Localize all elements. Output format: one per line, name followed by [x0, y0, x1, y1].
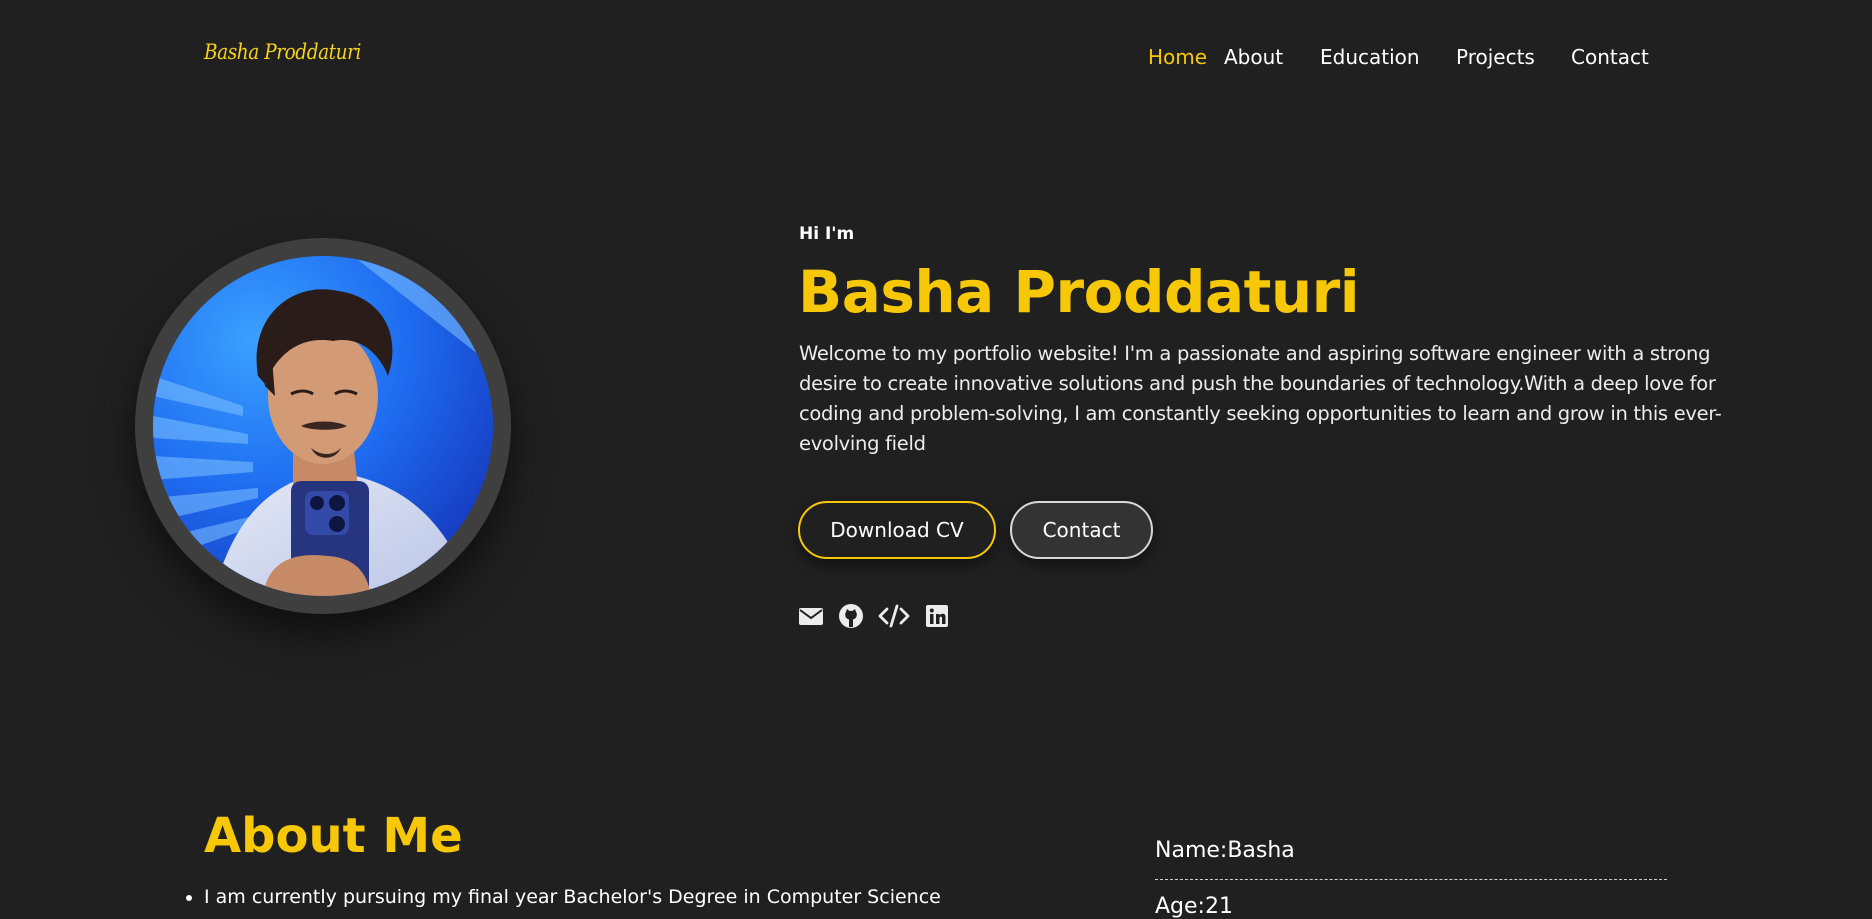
code-icon[interactable]	[878, 603, 910, 629]
nav-home[interactable]: Home	[1148, 45, 1207, 69]
nav-education[interactable]: Education	[1320, 45, 1420, 69]
about-list: I am currently pursuing my final year Ba…	[184, 882, 1084, 912]
github-icon[interactable]	[838, 603, 864, 629]
nav-about[interactable]: About	[1224, 45, 1283, 69]
hero-intro: Welcome to my portfolio website! I'm a p…	[799, 342, 1722, 455]
site-header: Basha Proddaturi Home About Education Pr…	[0, 0, 1872, 115]
nav-contact[interactable]: Contact	[1571, 45, 1649, 69]
envelope-icon[interactable]	[798, 603, 824, 629]
divider	[1155, 879, 1667, 880]
profile-avatar	[135, 238, 511, 614]
download-cv-button[interactable]: Download CV	[798, 501, 996, 559]
about-title: About Me	[204, 808, 463, 864]
hero-name: Basha Proddaturi	[798, 258, 1360, 326]
list-item: I am currently pursuing my final year Ba…	[204, 882, 1084, 912]
hero-greeting: Hi I'm	[799, 224, 855, 244]
profile-photo	[153, 256, 493, 596]
info-name: Name:Basha	[1155, 838, 1295, 863]
linkedin-icon[interactable]	[924, 603, 950, 629]
info-age: Age:21	[1155, 894, 1233, 919]
nav-projects[interactable]: Projects	[1456, 45, 1535, 69]
contact-button[interactable]: Contact	[1010, 501, 1153, 559]
logo[interactable]: Basha Proddaturi	[204, 40, 361, 64]
